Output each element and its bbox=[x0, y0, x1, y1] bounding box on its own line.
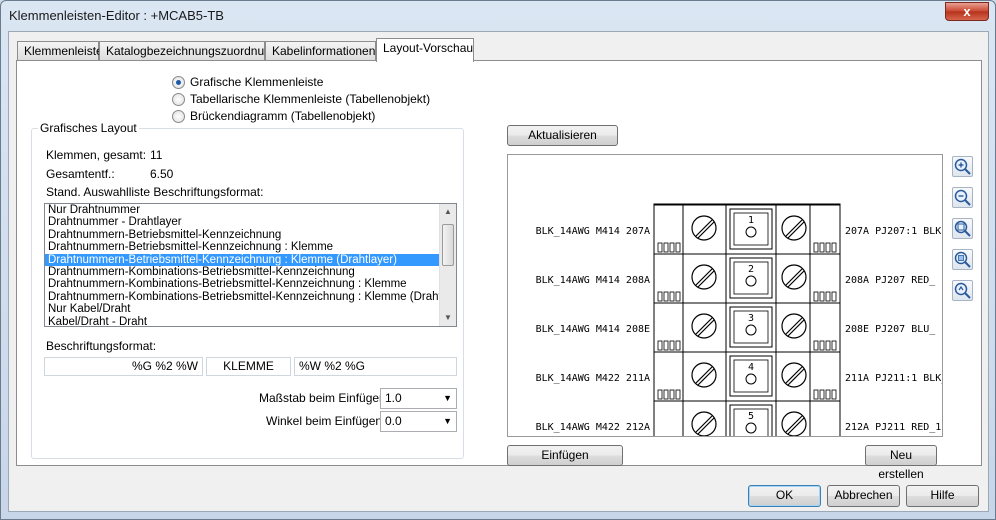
scale-label: Maßstab beim Einfügen: bbox=[259, 391, 390, 405]
list-item[interactable]: Nur Kabel/Draht bbox=[45, 303, 456, 315]
new-button[interactable]: Neu erstellen bbox=[865, 445, 937, 481]
format-listbox[interactable]: Nur Drahtnummer Drahtnummer - Drahtlayer D… bbox=[44, 203, 457, 327]
ok-button[interactable]: OK bbox=[748, 485, 821, 507]
radio-table-strip[interactable]: Tabellarische Klemmenleiste (Tabellenobj… bbox=[172, 91, 430, 107]
scroll-up-icon[interactable]: ▲ bbox=[440, 204, 456, 220]
zoom-extents-icon[interactable] bbox=[952, 218, 973, 239]
chevron-down-icon[interactable]: ▼ bbox=[443, 389, 452, 408]
radio-graphic-strip[interactable]: Grafische Klemmenleiste bbox=[172, 74, 323, 90]
terminal-row: 2 BLK_14AWG M414 208A 208A PJ207 RED_ bbox=[536, 253, 936, 303]
terminal-strip-drawing: 1 BLK_14AWG M414 207A 207A PJ207:1 BLK 2 BLK… bbox=[536, 203, 943, 436]
scroll-down-icon[interactable]: ▼ bbox=[440, 310, 456, 326]
wire-label-right: 207A PJ207:1 BLK bbox=[845, 226, 941, 237]
angle-label: Winkel beim Einfügen: bbox=[266, 414, 386, 428]
title-bar[interactable]: Klemmenleisten-Editor : +MCAB5-TB x bbox=[1, 1, 995, 31]
tab-katalogbezeichnungszuordnung[interactable]: Katalogbezeichnungszuordnung bbox=[99, 41, 277, 61]
radio-bridge-diagram[interactable]: Brückendiagramm (Tabellenobjekt) bbox=[172, 108, 375, 124]
layout-preview-panel: Grafische Klemmenleiste Tabellarische Kl… bbox=[16, 60, 982, 481]
radio-button[interactable] bbox=[172, 92, 185, 106]
chevron-down-icon[interactable]: ▼ bbox=[443, 412, 452, 431]
terminal-number: 5 bbox=[748, 411, 754, 422]
wire-label-right: 212A PJ211 RED_1 bbox=[845, 422, 941, 433]
refresh-button[interactable]: Aktualisieren bbox=[507, 125, 618, 146]
wire-label-left: BLK_14AWG M414 208A bbox=[536, 275, 650, 286]
list-item[interactable]: Drahtnummern-Betriebsmittel-Kennzeichnun… bbox=[45, 241, 456, 253]
list-item[interactable]: Drahtnummern-Kombinations-Betriebsmittel… bbox=[45, 278, 456, 290]
format-list: Nur Drahtnummer Drahtnummer - Drahtlayer D… bbox=[45, 204, 456, 326]
window-title: Klemmenleisten-Editor : +MCAB5-TB bbox=[9, 8, 224, 23]
terminals-total-label: Klemmen, gesamt: bbox=[46, 148, 147, 162]
wire-label-left: BLK_14AWG M422 212A bbox=[536, 422, 650, 433]
terminal-number: 4 bbox=[748, 362, 754, 373]
vertical-scrollbar[interactable]: ▲ ▼ bbox=[439, 204, 456, 326]
terminal-number: 1 bbox=[748, 215, 754, 226]
terminal-preview: 1 BLK_14AWG M414 207A 207A PJ207:1 BLK 2 BLK… bbox=[507, 154, 943, 437]
wire-label-left: BLK_14AWG M422 211A bbox=[536, 373, 650, 384]
format-list-label: Stand. Auswahlliste Beschriftungsformat: bbox=[46, 185, 264, 199]
radio-label: Tabellarische Klemmenleiste (Tabellenobj… bbox=[190, 92, 431, 106]
radio-button[interactable] bbox=[172, 109, 185, 123]
tab-layout-vorschau[interactable]: Layout-Vorschau bbox=[376, 38, 474, 62]
terminal-number: 3 bbox=[748, 313, 754, 324]
dialog-client: Klemmenleiste Katalogbezeichnungszuordnu… bbox=[8, 31, 989, 512]
wire-label-left: BLK_14AWG M414 207A bbox=[536, 226, 650, 237]
zoom-previous-icon[interactable] bbox=[952, 280, 973, 301]
list-item[interactable]: Nur Drahtnummer bbox=[45, 204, 456, 216]
group-title: Grafisches Layout bbox=[38, 121, 139, 135]
list-item[interactable]: Drahtnummern-Betriebsmittel-Kennzeichnun… bbox=[45, 253, 456, 266]
label-format-label: Beschriftungsformat: bbox=[46, 339, 157, 353]
terminal-row: 1 BLK_14AWG M414 207A 207A PJ207:1 BLK bbox=[536, 204, 941, 254]
editor-window: Klemmenleisten-Editor : +MCAB5-TB x Klem… bbox=[0, 0, 996, 520]
wire-label-right: 211A PJ211:1 BLK_ bbox=[845, 373, 943, 384]
tab-kabelinformationen[interactable]: Kabelinformationen bbox=[265, 41, 376, 61]
insert-button[interactable]: Einfügen bbox=[507, 445, 623, 466]
angle-value: 0.0 bbox=[385, 414, 402, 428]
format-left-field[interactable]: %G %2 %W bbox=[44, 357, 203, 376]
zoom-window-icon[interactable] bbox=[952, 249, 973, 270]
list-item[interactable]: Kabel/Draht - Draht bbox=[45, 316, 456, 326]
tab-klemmenleiste[interactable]: Klemmenleiste bbox=[17, 41, 103, 61]
scroll-thumb[interactable] bbox=[442, 224, 454, 266]
radio-label: Grafische Klemmenleiste bbox=[190, 75, 324, 89]
scale-value: 1.0 bbox=[385, 391, 402, 405]
format-right-field[interactable]: %W %2 %G bbox=[294, 357, 457, 376]
wire-label-right: 208E PJ207 BLU_ bbox=[845, 324, 936, 335]
terminals-total-value: 11 bbox=[150, 148, 163, 162]
help-button[interactable]: Hilfe bbox=[906, 485, 979, 507]
total-width-label: Gesamtentf.: bbox=[46, 167, 115, 181]
terminal-row: 4 BLK_14AWG M422 211A 211A PJ211:1 BLK_ bbox=[536, 351, 943, 401]
list-item[interactable]: Drahtnummern-Kombinations-Betriebsmittel… bbox=[45, 291, 456, 303]
list-item[interactable]: Drahtnummern-Betriebsmittel-Kennzeichnun… bbox=[45, 229, 456, 241]
graphic-layout-group: Grafisches Layout Klemmen, gesamt: 11 Ge… bbox=[31, 121, 464, 459]
format-middle-field[interactable]: KLEMME bbox=[206, 357, 291, 376]
zoom-out-icon[interactable] bbox=[952, 187, 973, 208]
cancel-button[interactable]: Abbrechen bbox=[827, 485, 900, 507]
angle-combo[interactable]: 0.0 ▼ bbox=[380, 411, 457, 432]
list-item[interactable]: Drahtnummern-Kombinations-Betriebsmittel… bbox=[45, 266, 456, 278]
terminal-row: 5 BLK_14AWG M422 212A 212A PJ211 RED_1 bbox=[536, 400, 941, 436]
radio-button[interactable] bbox=[172, 75, 185, 89]
terminal-row: 3 BLK_14AWG M414 208E 208E PJ207 BLU_ bbox=[536, 302, 936, 352]
total-width-value: 6.50 bbox=[150, 167, 174, 181]
zoom-in-icon[interactable] bbox=[952, 156, 973, 177]
wire-label-right: 208A PJ207 RED_ bbox=[845, 275, 936, 286]
terminal-number: 2 bbox=[748, 264, 754, 275]
wire-label-left: BLK_14AWG M414 208E bbox=[536, 324, 650, 335]
radio-label: Brückendiagramm (Tabellenobjekt) bbox=[190, 109, 376, 123]
list-item[interactable]: Drahtnummer - Drahtlayer bbox=[45, 216, 456, 228]
close-button[interactable]: x bbox=[945, 2, 989, 21]
scale-combo[interactable]: 1.0 ▼ bbox=[380, 388, 457, 409]
